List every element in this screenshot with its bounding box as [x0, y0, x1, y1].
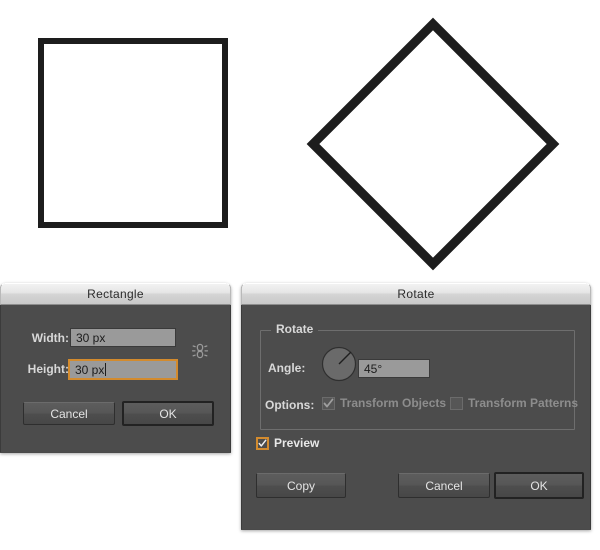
- rectangle-ok-label: OK: [159, 406, 177, 421]
- rotate-copy-label: Copy: [286, 478, 315, 493]
- rotate-ok-label: OK: [530, 478, 548, 493]
- checkbox-transform-objects-label: Transform Objects: [340, 396, 447, 410]
- diamond-outline: [306, 17, 560, 271]
- rotate-cancel-button[interactable]: Cancel: [398, 473, 490, 498]
- angle-input-value: 45°: [364, 361, 383, 376]
- rectangle-dialog-title: Rectangle: [87, 287, 144, 301]
- checkmark-icon: [323, 398, 334, 407]
- diamond-shape[interactable]: [305, 16, 561, 272]
- checkbox-preview-box[interactable]: [256, 436, 269, 450]
- rectangle-ok-button[interactable]: OK: [122, 401, 214, 426]
- chain-link-icon[interactable]: [189, 340, 211, 362]
- text-caret: [105, 363, 107, 376]
- checkbox-preview[interactable]: Preview: [256, 436, 319, 450]
- rotate-dialog-title: Rotate: [397, 287, 435, 301]
- angle-input[interactable]: 45°: [358, 359, 430, 378]
- height-input[interactable]: 30 px: [68, 359, 178, 380]
- checkmark-icon: [258, 438, 267, 447]
- checkbox-transform-objects-box[interactable]: [322, 396, 335, 410]
- angle-dial[interactable]: [321, 346, 357, 382]
- square-shape[interactable]: [38, 38, 228, 228]
- checkbox-transform-patterns-label: Transform Patterns: [468, 396, 579, 410]
- checkbox-transform-patterns-box[interactable]: [450, 396, 463, 410]
- checkbox-preview-label: Preview: [274, 436, 320, 450]
- rectangle-cancel-label: Cancel: [50, 406, 88, 421]
- rotate-cancel-label: Cancel: [425, 478, 463, 493]
- artboard-canvas: [0, 0, 600, 282]
- options-label: Options:: [265, 398, 315, 412]
- rectangle-cancel-button[interactable]: Cancel: [23, 402, 115, 425]
- rotate-groupbox-title: Rotate: [271, 322, 319, 336]
- width-input-value: 30 px: [76, 330, 106, 345]
- checkbox-transform-patterns[interactable]: Transform Patterns: [450, 396, 578, 410]
- width-label: Width:: [31, 331, 69, 345]
- rotate-ok-button[interactable]: OK: [494, 472, 584, 499]
- checkbox-transform-objects[interactable]: Transform Objects: [322, 396, 446, 410]
- angle-label: Angle:: [268, 361, 306, 375]
- height-input-value: 30 px: [75, 362, 105, 377]
- height-label: Height:: [27, 362, 69, 376]
- width-input[interactable]: 30 px: [70, 328, 176, 347]
- rotate-groupbox: [260, 330, 575, 430]
- rotate-copy-button[interactable]: Copy: [256, 473, 346, 498]
- rectangle-dialog-titlebar[interactable]: Rectangle: [0, 283, 231, 305]
- rotate-dialog-titlebar[interactable]: Rotate: [241, 283, 591, 305]
